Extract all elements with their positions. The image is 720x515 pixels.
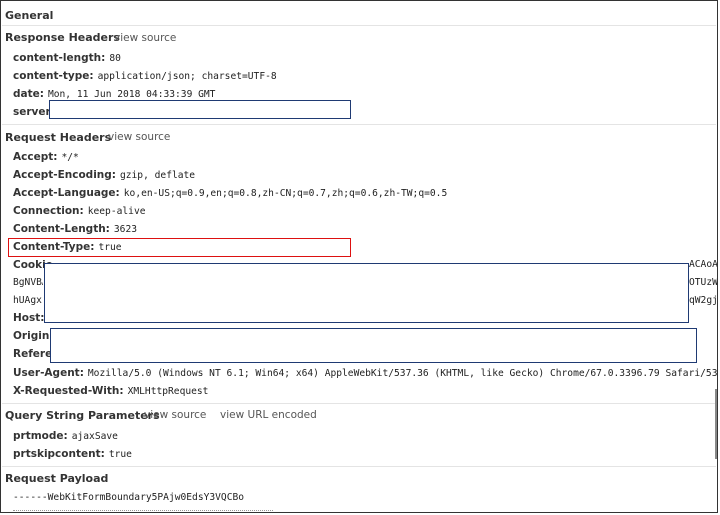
general-section-title[interactable]: General xyxy=(5,9,53,22)
redaction-box-origin-referer xyxy=(50,328,697,363)
request-header-row: Connection: keep-alive xyxy=(13,205,146,217)
response-headers-title[interactable]: Response Headers xyxy=(5,31,120,44)
request-view-source-link[interactable]: view source xyxy=(108,131,170,143)
response-header-row: date: Mon, 11 Jun 2018 04:33:39 GMT xyxy=(13,88,216,100)
redaction-box-server xyxy=(49,100,351,119)
cookie-fragment: hUAgxr xyxy=(13,295,43,306)
divider xyxy=(2,466,716,467)
redaction-box-cookie xyxy=(44,263,689,323)
query-view-source-link[interactable]: view source xyxy=(144,409,206,421)
cookie-fragment: OTUzW. xyxy=(689,277,718,288)
divider xyxy=(2,25,716,26)
request-header-row: Content-Length: 3623 xyxy=(13,223,137,235)
query-view-url-encoded-link[interactable]: view URL encoded xyxy=(220,409,317,421)
request-headers-title[interactable]: Request Headers xyxy=(5,131,111,144)
scrollbar-thumb[interactable] xyxy=(715,389,717,459)
request-payload-title[interactable]: Request Payload xyxy=(5,472,108,485)
divider xyxy=(2,124,716,125)
payload-line: ------WebKitFormBoundary5PAjw0EdsY3VQCBo xyxy=(13,492,245,503)
response-header-row: content-type: application/json; charset=U… xyxy=(13,70,277,82)
response-view-source-link[interactable]: view source xyxy=(114,32,176,44)
query-param-row: prtmode: ajaxSave xyxy=(13,430,118,442)
request-header-row-user-agent: User-Agent: Mozilla/5.0 (Windows NT 6.1; … xyxy=(13,367,718,379)
payload-cutoff-line xyxy=(13,509,273,512)
cookie-fragment: qW2gj. xyxy=(689,295,718,306)
query-string-title[interactable]: Query String Parameters xyxy=(5,409,160,422)
query-param-row: prtskipcontent: true xyxy=(13,448,132,460)
request-header-row: Accept-Encoding: gzip, deflate xyxy=(13,169,196,181)
divider xyxy=(2,403,716,404)
devtools-headers-panel: General Response Headers view source con… xyxy=(0,0,718,513)
request-header-row: Accept: */* xyxy=(13,151,79,163)
content-type-highlight-box xyxy=(8,238,351,257)
request-header-row-host: Host: xyxy=(13,312,45,324)
request-header-row: Accept-Language: ko,en-US;q=0.9,en;q=0.8,… xyxy=(13,187,448,199)
request-header-row: X-Requested-With: XMLHttpRequest xyxy=(13,385,209,397)
response-header-row: content-length: 80 xyxy=(13,52,121,64)
cookie-fragment: BgNVBA xyxy=(13,277,43,288)
cookie-fragment: ACAoA xyxy=(689,259,718,270)
